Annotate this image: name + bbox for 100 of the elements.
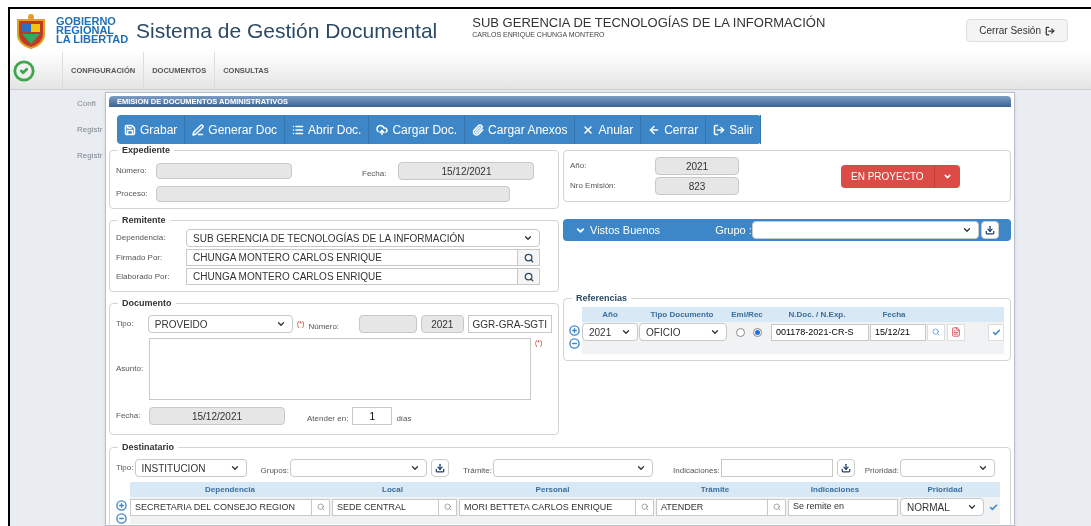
readonly-field: 2021 [421,315,464,334]
field-label: Fecha: [362,169,387,179]
text-area[interactable]: Se remite en [788,498,898,516]
logo-text: GOBIERNO [56,17,117,26]
text-field[interactable]: SECRETARIA DEL CONSEJO REGION [130,498,312,516]
paperclip-icon [472,123,485,136]
section-title: Vistos Buenos [590,223,661,238]
field-label: Grupos: [260,466,289,476]
section-legend: Expediente [118,144,174,158]
select-field[interactable] [289,459,427,478]
logout-icon [713,123,726,136]
minus-icon [116,513,127,525]
field-label: Nro Emisión: [570,180,617,193]
radio-button[interactable] [736,327,745,337]
toolbar-button[interactable]: Anular [575,115,642,145]
search-icon [640,503,649,512]
download-button[interactable] [981,221,999,240]
search-button[interactable] [518,249,540,267]
column-header: Tipo Documento [649,308,715,321]
add-button[interactable] [569,325,580,337]
grupo-select[interactable] [751,221,979,240]
text-field[interactable]: 001178-2021-CR-S [771,323,869,341]
field-label: Dependencia: [116,232,167,245]
column-header: Trámite [699,483,731,496]
select-field[interactable]: 2021 [582,323,638,342]
field-label: Elaborado Por: [116,270,171,283]
select-field[interactable] [899,459,995,478]
field-label: Tipo: [116,318,135,331]
field-label: Año: [570,160,588,173]
toolbar-button[interactable]: Abrir Doc. [285,115,370,145]
status-dropdown-button[interactable]: EN PROYECTO [841,164,960,188]
column-header: Dependencia [204,483,256,496]
text-field[interactable]: GGR-GRA-SGTI [467,315,552,334]
minus-icon [569,338,580,350]
download-button[interactable] [836,459,855,478]
plus-icon [569,325,580,337]
select-field[interactable]: NORMAL [900,498,984,517]
field-label: Firmado Por: [116,251,164,264]
logout-button[interactable]: Cerrar Sesión [966,19,1068,42]
pen-icon [192,123,205,136]
select-field[interactable]: SUB GERENCIA DE TECNOLOGÍAS DE LA INFORMACIÓN [186,229,540,248]
column-header: Fecha [881,308,907,321]
field-label: Asunto: [116,363,145,376]
select-field[interactable] [493,459,653,478]
download-button[interactable] [430,459,449,478]
plus-icon [116,500,127,512]
add-button[interactable] [116,500,127,512]
vistos-buenos-bar[interactable]: Vistos Buenos Grupo : [563,219,1011,242]
cloud-upload-icon [376,123,389,136]
download-icon [985,225,995,236]
toolbar-button[interactable]: Salir [706,115,762,145]
radio-button[interactable] [753,327,762,337]
search-icon [523,271,534,282]
column-header: Prioridad [926,483,964,496]
search-icon [772,503,781,512]
search-icon [932,328,940,337]
floppy-icon [124,123,136,136]
select-field[interactable]: OFICIO [639,323,727,342]
toolbar-button[interactable]: Cerrar [641,115,707,145]
text-field[interactable]: MORI BETTETA CARLOS ENRIQUE [459,498,636,516]
search-icon [443,503,452,512]
text-field[interactable]: ATENDER [656,498,768,516]
field-label: días [396,414,412,424]
download-icon [434,463,445,474]
confirm-button[interactable] [988,323,1004,341]
check-icon [988,502,998,512]
field-label: Trámite: [462,466,492,476]
text-field[interactable]: CHUNGA MONTERO CARLOS ENRIQUE [186,268,518,286]
document-icon [951,327,961,338]
check-circle-icon [13,59,35,82]
logo-text: LA LIBERTAD [56,35,129,44]
app-title: Sistema de Gestión Documental [136,17,438,44]
close-icon [582,123,595,136]
search-icon [316,503,325,512]
arrow-left-icon [648,123,661,136]
download-icon [840,463,851,474]
remove-button[interactable] [116,513,127,525]
text-field[interactable]: CHUNGA MONTERO CARLOS ENRIQUE [186,249,518,267]
readonly-field [359,315,418,334]
field-label: Prioridad: [864,466,899,476]
logo-text: REGIONAL [56,26,115,35]
toolbar-button[interactable]: Cargar Doc. [369,115,466,145]
field-label: Tipo: [116,462,134,475]
readonly-field: 15/12/2021 [149,407,285,426]
toolbar-button[interactable]: Generar Doc [185,115,286,145]
select-field[interactable]: INSTITUCION [134,459,247,478]
text-field[interactable]: SEDE CENTRAL [332,498,439,516]
list-icon [292,123,305,136]
toolbar-button[interactable]: Cargar Anexos [465,115,576,145]
search-button[interactable] [518,268,540,286]
select-field[interactable]: PROVEIDO [147,315,293,334]
readonly-field: 823 [655,177,739,196]
coat-of-arms-icon [14,11,48,50]
column-header: Indicaciones [809,483,861,496]
column-header: Local [381,483,404,496]
date-field[interactable]: 15/12/21 [870,323,926,341]
check-icon [991,327,1001,337]
pdf-button[interactable] [947,323,965,341]
remove-button[interactable] [569,338,580,350]
days-field[interactable]: 1 [352,407,393,426]
